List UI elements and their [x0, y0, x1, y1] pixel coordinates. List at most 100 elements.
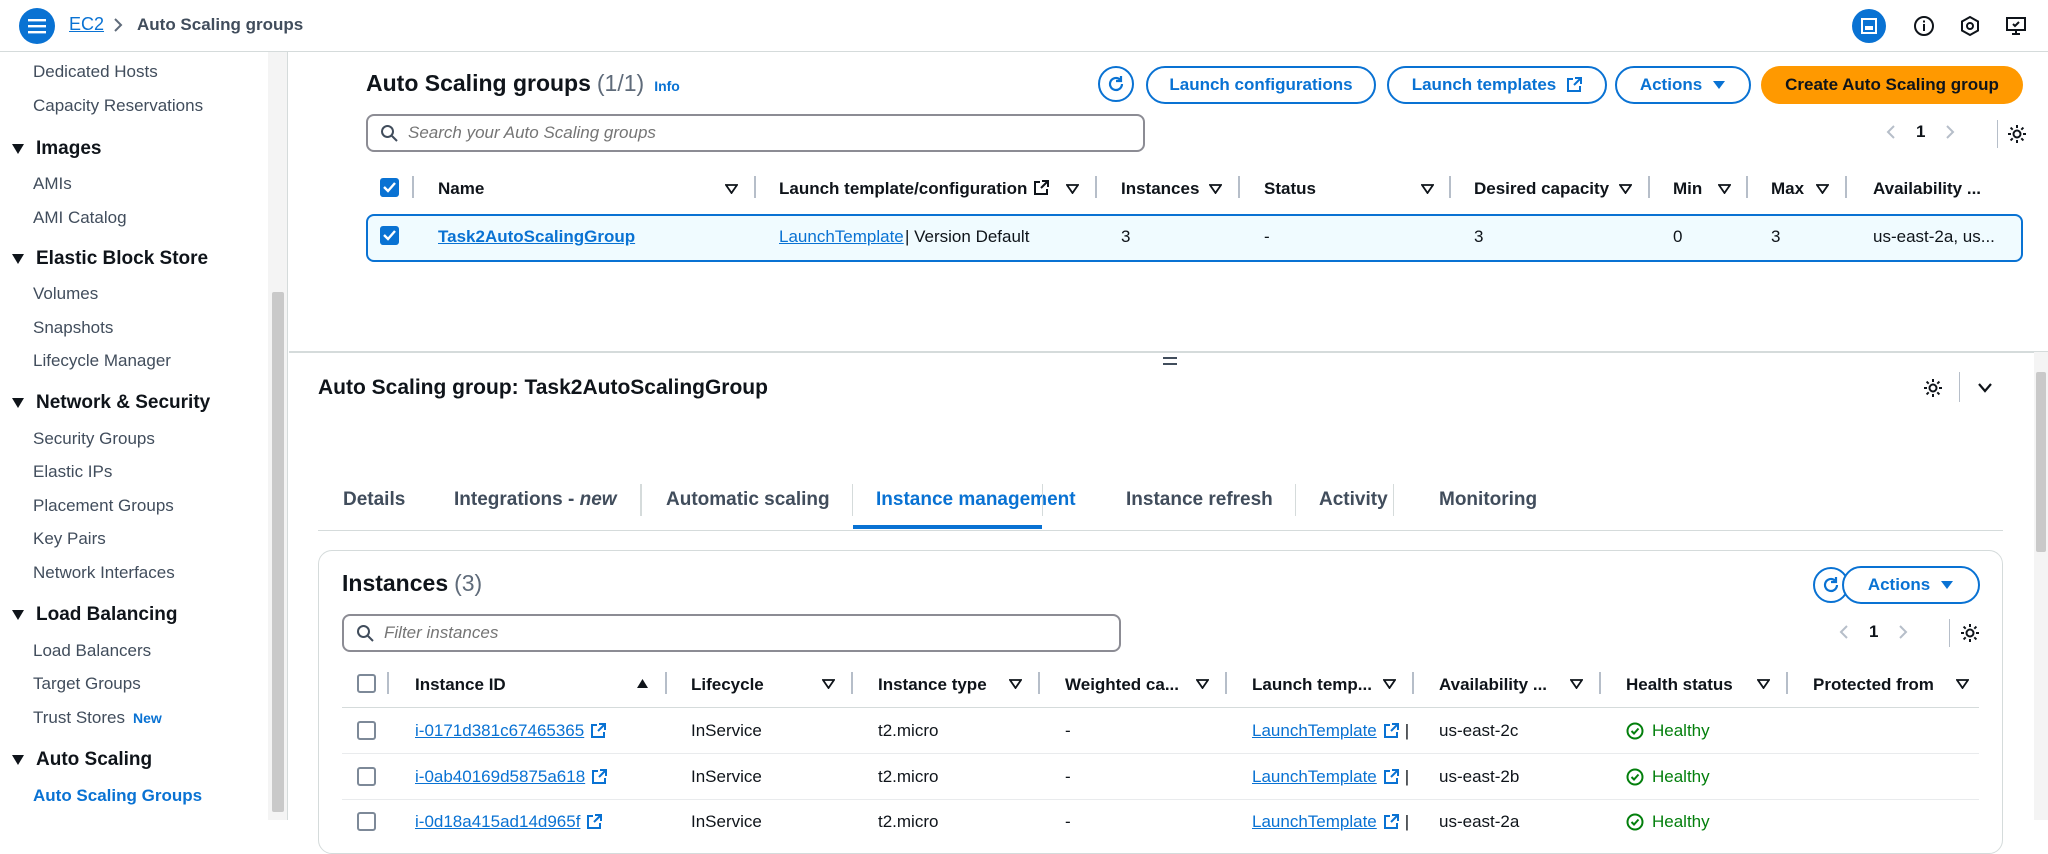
sort-icon[interactable]	[1196, 679, 1209, 689]
split-panel-divider[interactable]	[289, 351, 2048, 353]
gear-icon[interactable]	[1922, 377, 1944, 399]
chevron-left-icon[interactable]	[1886, 124, 1896, 140]
select-all-instances-checkbox[interactable]	[357, 674, 376, 693]
sort-icon[interactable]	[1383, 679, 1396, 689]
create-auto-scaling-group-button[interactable]: Create Auto Scaling group	[1761, 66, 2023, 104]
sidebar-item-network-interfaces[interactable]: Network Interfaces	[33, 563, 175, 583]
sort-icon[interactable]	[725, 184, 738, 194]
instances-page-number[interactable]: 1	[1869, 622, 1878, 642]
sidebar-item-trust-stores[interactable]: Trust Stores New	[33, 708, 162, 728]
sidebar-item-security-groups[interactable]: Security Groups	[33, 429, 155, 449]
sidebar-item-ami-catalog[interactable]: AMI Catalog	[33, 208, 127, 228]
chevron-down-icon[interactable]	[1977, 382, 1993, 394]
info-button[interactable]	[1910, 12, 1938, 40]
sidebar-section-elastic-block-store[interactable]: Elastic Block Store	[12, 248, 208, 270]
panel-toggle-button[interactable]	[1852, 9, 1886, 43]
col-header-status[interactable]: Status	[1264, 179, 1316, 199]
instance-id-link[interactable]: i-0ab40169d5875a618	[415, 767, 608, 787]
asg-name-link[interactable]: Task2AutoScalingGroup	[438, 227, 635, 247]
launch-template-link[interactable]: LaunchTemplate |	[1252, 767, 1409, 787]
col-header-instance-type[interactable]: Instance type	[878, 675, 987, 695]
col-header-availability-zone[interactable]: Availability ...	[1439, 675, 1547, 695]
breadcrumb-ec2-link[interactable]: EC2	[69, 14, 104, 35]
sidebar-item-auto-scaling-groups[interactable]: Auto Scaling Groups	[33, 786, 202, 806]
col-header-name[interactable]: Name	[438, 179, 484, 199]
asg-actions-button[interactable]: Actions	[1615, 66, 1751, 104]
row-checkbox[interactable]	[380, 226, 399, 245]
sort-icon[interactable]	[1066, 184, 1079, 194]
tab-automatic-scaling[interactable]: Automatic scaling	[666, 489, 830, 511]
detail-scrollbar[interactable]	[2034, 352, 2048, 820]
col-header-launch-template[interactable]: Launch temp...	[1252, 675, 1372, 695]
launch-template-link[interactable]: LaunchTemplate	[779, 227, 904, 247]
launch-template-link[interactable]: LaunchTemplate |	[1252, 721, 1409, 741]
sidebar-item-placement-groups[interactable]: Placement Groups	[33, 496, 174, 516]
sort-icon[interactable]	[1570, 679, 1583, 689]
col-header-max[interactable]: Max	[1771, 179, 1804, 199]
row-checkbox[interactable]	[357, 767, 376, 786]
tab-instance-management[interactable]: Instance management	[876, 489, 1076, 511]
sort-icon[interactable]	[1209, 184, 1222, 194]
instance-id-link[interactable]: i-0d18a415ad14d965f	[415, 812, 603, 832]
tab-details[interactable]: Details	[343, 489, 405, 511]
row-checkbox[interactable]	[357, 721, 376, 740]
instances-filter-input[interactable]	[384, 623, 1071, 643]
tab-integrations[interactable]: Integrations - new	[454, 489, 617, 511]
sidebar-item-load-balancers[interactable]: Load Balancers	[33, 641, 151, 661]
col-header-min[interactable]: Min	[1673, 179, 1702, 199]
refresh-button[interactable]	[1098, 66, 1134, 102]
sort-icon[interactable]	[1718, 184, 1731, 194]
col-header-desired-capacity[interactable]: Desired capacity	[1474, 179, 1609, 199]
sidebar-section-load-balancing[interactable]: Load Balancing	[12, 604, 177, 626]
col-header-instances[interactable]: Instances	[1121, 179, 1199, 199]
launch-template-link[interactable]: LaunchTemplate |	[1252, 812, 1409, 832]
col-header-health-status[interactable]: Health status	[1626, 675, 1733, 695]
gear-icon[interactable]	[1959, 622, 1981, 644]
col-header-weighted-capacity[interactable]: Weighted ca...	[1065, 675, 1179, 695]
sidebar-scrollbar-thumb[interactable]	[272, 292, 284, 812]
row-checkbox[interactable]	[357, 812, 376, 831]
tab-activity[interactable]: Activity	[1319, 489, 1388, 511]
detail-scrollbar-thumb[interactable]	[2036, 372, 2046, 552]
sort-icon[interactable]	[1956, 679, 1969, 689]
sidebar-section-auto-scaling[interactable]: Auto Scaling	[12, 749, 152, 771]
sidebar-scrollbar[interactable]	[268, 52, 288, 820]
instance-id-link[interactable]: i-0171d381c67465365	[415, 721, 607, 741]
instances-actions-button[interactable]: Actions	[1842, 566, 1980, 604]
sidebar-item-elastic-ips[interactable]: Elastic IPs	[33, 462, 112, 482]
chevron-right-icon[interactable]	[1945, 124, 1955, 140]
sidebar-section-network-security[interactable]: Network & Security	[12, 392, 210, 414]
launch-configurations-button[interactable]: Launch configurations	[1146, 66, 1376, 104]
menu-toggle-button[interactable]	[19, 8, 55, 44]
sidebar-item-lifecycle-manager[interactable]: Lifecycle Manager	[33, 351, 171, 371]
launch-templates-button[interactable]: Launch templates	[1387, 66, 1607, 104]
sidebar-item-volumes[interactable]: Volumes	[33, 284, 98, 304]
sidebar-item-dedicated-hosts[interactable]: Dedicated Hosts	[33, 62, 158, 82]
col-header-launch-template[interactable]: Launch template/configuration	[779, 179, 1027, 199]
asg-search-input[interactable]	[408, 123, 1095, 143]
select-all-checkbox[interactable]	[380, 178, 399, 197]
chevron-left-icon[interactable]	[1839, 624, 1849, 640]
feedback-button[interactable]	[2002, 12, 2030, 40]
info-link[interactable]: Info	[654, 78, 680, 94]
sidebar-section-images[interactable]: Images	[12, 138, 101, 160]
sidebar-item-target-groups[interactable]: Target Groups	[33, 674, 141, 694]
sort-icon[interactable]	[822, 679, 835, 689]
sort-icon[interactable]	[1009, 679, 1022, 689]
tab-instance-refresh[interactable]: Instance refresh	[1126, 489, 1273, 511]
sort-icon[interactable]	[1816, 184, 1829, 194]
sidebar-item-capacity-reservations[interactable]: Capacity Reservations	[33, 96, 203, 116]
asg-search-field[interactable]	[366, 114, 1145, 152]
drag-handle-icon[interactable]	[1162, 356, 1178, 366]
col-header-lifecycle[interactable]: Lifecycle	[691, 675, 764, 695]
gear-icon[interactable]	[2006, 123, 2028, 145]
col-header-availability[interactable]: Availability ...	[1873, 179, 1981, 199]
sort-ascending-icon[interactable]	[636, 678, 649, 689]
tab-monitoring[interactable]: Monitoring	[1439, 489, 1537, 511]
instances-filter-field[interactable]	[342, 614, 1121, 652]
sidebar-item-snapshots[interactable]: Snapshots	[33, 318, 113, 338]
settings-shortcut-button[interactable]	[1956, 12, 1984, 40]
sidebar-item-key-pairs[interactable]: Key Pairs	[33, 529, 106, 549]
sort-icon[interactable]	[1421, 184, 1434, 194]
sort-icon[interactable]	[1757, 679, 1770, 689]
